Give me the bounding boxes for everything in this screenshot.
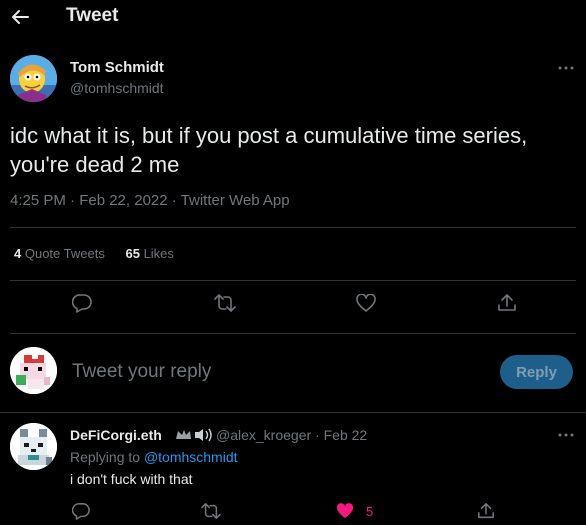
tweet-text: idc what it is, but if you post a cumula… [10,121,576,179]
like-count: 65 [125,246,140,261]
arrow-left-icon [12,10,29,24]
page-title: Tweet [66,5,119,26]
meta-separator: · [315,427,320,443]
quote-count: 4 [14,246,22,261]
reply-icon [72,294,92,313]
reply-more-button[interactable] [556,428,576,442]
quote-tweets-stat[interactable]: 4 Quote Tweets [14,246,105,261]
reply-icon [72,503,90,520]
share-icon [498,294,516,311]
tweet-stats: 4 Quote Tweets 65 Likes [14,246,174,261]
reply-share-button[interactable] [472,497,500,525]
back-button[interactable] [10,6,30,28]
reply-button[interactable] [68,289,96,317]
quote-label: Quote Tweets [24,246,105,261]
likes-stat[interactable]: 65 Likes [125,246,173,261]
top-bar: Tweet [0,0,586,35]
more-icon [558,433,574,437]
replying-to-prefix: Replying to [70,449,141,465]
divider [10,227,576,228]
reply-author-meta: @alex_kroeger · Feb 22 [216,427,367,443]
divider [10,333,576,334]
like-button[interactable] [352,289,380,317]
like-icon [356,294,376,312]
tweet-timestamp[interactable]: 4:25 PM · Feb 22, 2022 · Twitter Web App [10,192,290,209]
divider [0,412,586,413]
reply-date[interactable]: Feb 22 [324,427,368,443]
reply-author-avatar-image [10,423,57,470]
like-label: Likes [143,246,174,261]
author-avatar[interactable] [10,55,57,102]
more-icon [558,66,574,70]
replying-to: Replying to @tomhschmidt [70,449,238,465]
reply-author-handle[interactable]: @alex_kroeger [216,427,311,443]
reply-submit-button[interactable]: Reply [500,355,573,389]
tweet-more-button[interactable] [556,61,576,75]
name-emoji-icon [176,428,212,442]
reply-like-button[interactable] [331,497,359,525]
tweet-text-line: you're dead 2 me [10,152,180,177]
reply-input[interactable]: Tweet your reply [72,361,482,387]
divider [10,280,576,281]
reply-like-count: 5 [366,504,374,519]
reply-text: i don't fuck with that [70,471,193,487]
reply-reply-button[interactable] [67,497,95,525]
reply-retweet-button[interactable] [197,497,225,525]
tweet-text-line: idc what it is, but if you post a cumula… [10,123,528,148]
retweet-icon [214,294,236,312]
current-user-avatar[interactable] [10,347,57,394]
liked-heart-icon [336,503,354,519]
share-button[interactable] [493,289,521,317]
reply-author-name[interactable]: DeFiCorgi.eth [70,427,162,443]
share-icon [478,503,494,519]
author-name[interactable]: Tom Schmidt [70,59,164,76]
replying-to-handle-link[interactable]: @tomhschmidt [144,449,238,465]
author-handle[interactable]: @tomhschmidt [70,80,164,96]
author-avatar-image [10,55,57,102]
retweet-button[interactable] [211,289,239,317]
current-user-avatar-image [10,347,57,394]
reply-author-avatar[interactable] [10,423,57,470]
retweet-icon [201,503,221,519]
